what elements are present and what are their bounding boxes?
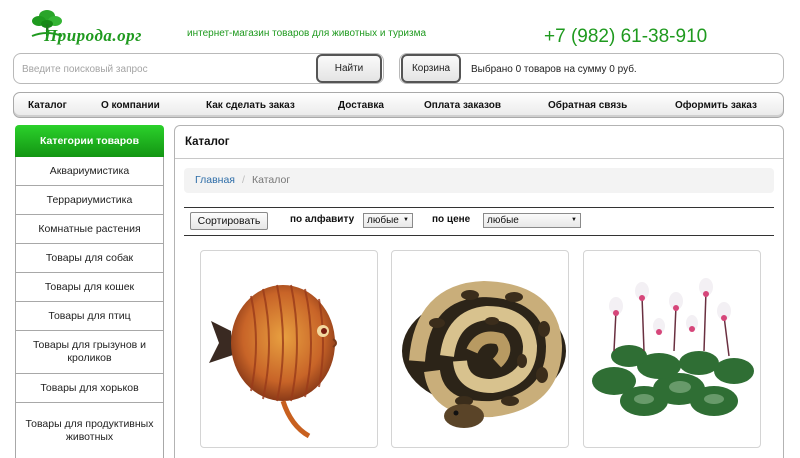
breadcrumb-current: Каталог — [252, 174, 291, 186]
cart-summary: Выбрано 0 товаров на сумму 0 руб. — [471, 64, 637, 75]
main-nav: Каталог О компании Как сделать заказ Дос… — [13, 92, 784, 118]
sidebar-item-dogs[interactable]: Товары для собак — [15, 244, 164, 273]
sort-divider-bottom — [184, 235, 774, 236]
sidebar-item-aquaristics[interactable]: Аквариумистика — [15, 157, 164, 186]
sidebar-item-birds[interactable]: Товары для птиц — [15, 302, 164, 331]
nav-item-checkout[interactable]: Оформить заказ — [675, 100, 757, 111]
sort-price-select[interactable]: любые ▼ — [483, 213, 581, 228]
sidebar-item-ferrets[interactable]: Товары для хорьков — [15, 374, 164, 403]
product-card[interactable] — [583, 250, 761, 448]
logo-text[interactable]: Природа.орг — [44, 26, 142, 46]
product-card[interactable] — [200, 250, 378, 448]
discus-fish-image — [209, 284, 337, 439]
sort-alpha-label: по алфавиту — [290, 214, 355, 225]
search-input[interactable] — [22, 61, 312, 77]
sidebar-item-rodents[interactable]: Товары для грызунов и кроликов — [15, 331, 164, 374]
search-button[interactable]: Найти — [316, 54, 382, 83]
nav-item-how-to-order[interactable]: Как сделать заказ — [206, 100, 295, 111]
sidebar-item-houseplants[interactable]: Комнатные растения — [15, 215, 164, 244]
phone-number: +7 (982) 61-38-910 — [544, 26, 708, 47]
nav-item-payment[interactable]: Оплата заказов — [424, 100, 501, 111]
sidebar-item-terraristics[interactable]: Террариумистика — [15, 186, 164, 215]
categories-list: Аквариумистика Террариумистика Комнатные… — [15, 157, 164, 458]
nav-item-catalog[interactable]: Каталог — [28, 100, 67, 111]
page-title: Каталог — [185, 136, 230, 148]
sort-price-value: любые — [487, 215, 519, 226]
sidebar-item-cats[interactable]: Товары для кошек — [15, 273, 164, 302]
breadcrumb: Главная / Каталог — [184, 168, 774, 193]
cart-button[interactable]: Корзина — [401, 54, 461, 83]
breadcrumb-home-link[interactable]: Главная — [195, 174, 235, 186]
sort-alpha-select[interactable]: любые ▼ — [363, 213, 413, 228]
cyclamen-plant-image — [592, 278, 754, 416]
dropdown-arrow-icon: ▼ — [571, 217, 577, 223]
sidebar-item-livestock[interactable]: Товары для продуктивных животных — [15, 403, 164, 458]
nav-item-feedback[interactable]: Обратная связь — [548, 100, 627, 111]
python-snake-image — [402, 280, 566, 428]
sort-price-label: по цене — [432, 214, 471, 225]
nav-item-about[interactable]: О компании — [101, 100, 160, 111]
product-card[interactable] — [391, 250, 569, 448]
dropdown-arrow-icon: ▼ — [403, 217, 409, 223]
nav-item-delivery[interactable]: Доставка — [338, 100, 384, 111]
sort-divider-top — [184, 207, 774, 208]
tagline: интернет-магазин товаров для животных и … — [187, 28, 427, 39]
categories-header: Категории товаров — [15, 125, 164, 157]
sort-alpha-value: любые — [367, 215, 399, 226]
title-divider — [175, 158, 783, 159]
sort-button[interactable]: Сортировать — [190, 212, 268, 230]
breadcrumb-separator: / — [242, 174, 245, 186]
